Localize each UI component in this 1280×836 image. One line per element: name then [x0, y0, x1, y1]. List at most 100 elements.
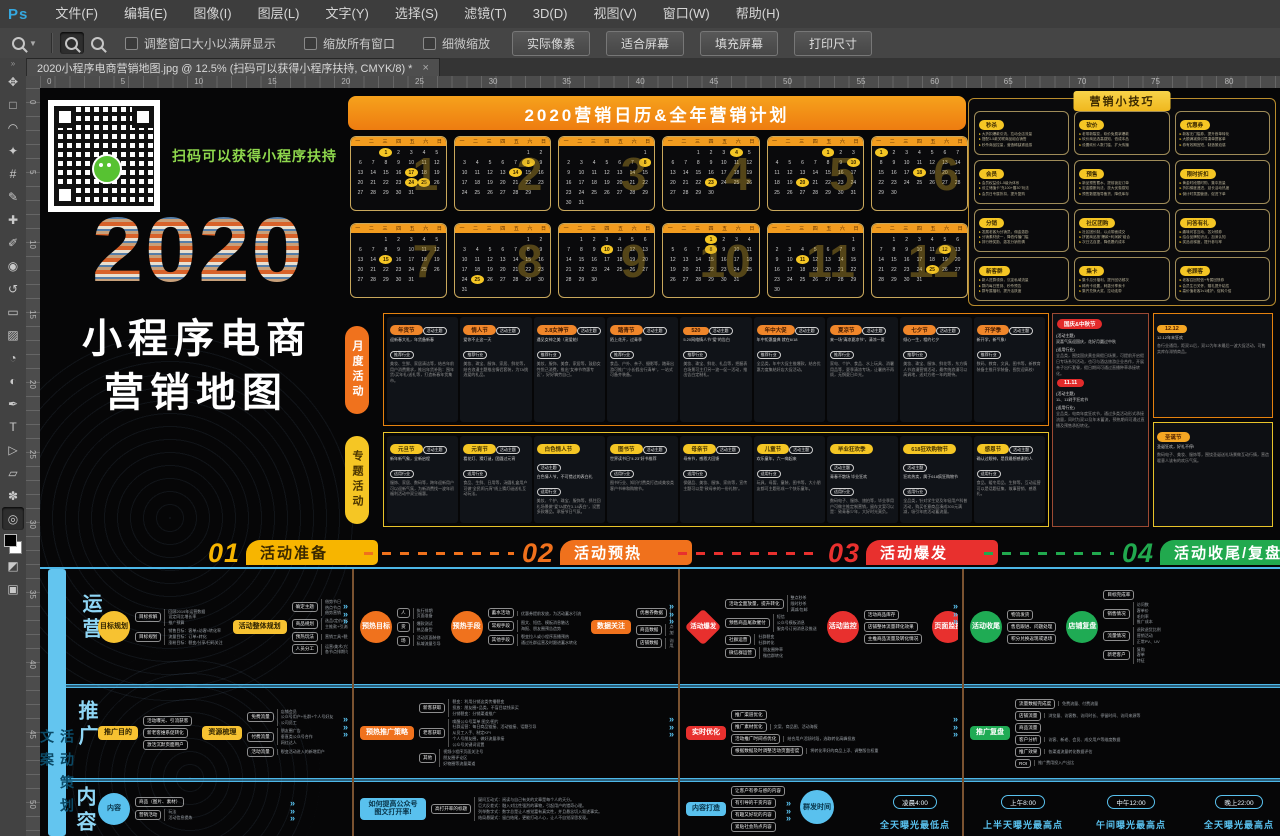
day: 22 — [888, 265, 901, 274]
tip-bullet: 奖品设梯度，提升参与率 — [1180, 240, 1265, 245]
flow-node: 实时优化 — [686, 726, 726, 740]
options-button-2[interactable]: 填充屏幕 — [700, 31, 778, 56]
day: 22 — [575, 265, 588, 274]
options-button-3[interactable]: 打印尺寸 — [794, 31, 872, 56]
flow-sub-item: 涨粉目标：裂变/分享/扫码关注 — [168, 640, 222, 646]
history-brush-tool[interactable]: ↺ — [2, 277, 24, 300]
menu-item-t[interactable]: 滤镜(T) — [451, 6, 520, 21]
crop-tool[interactable]: # — [2, 162, 24, 185]
day: 14 — [809, 168, 822, 177]
zoom-tool-preset[interactable]: ▼ — [0, 37, 45, 50]
flow-group: 推广目的活动曝光、引流获客新老客维系促转化激活沉默页面用户 — [98, 716, 192, 750]
flow-branch: 蓄水活动优惠券提前发放，为活动蓄水引流 — [488, 608, 581, 618]
day: 29 — [888, 275, 901, 284]
hand-tool[interactable]: ✽ — [2, 484, 24, 507]
clone-stamp-tool-icon: ◉ — [8, 259, 18, 273]
options-button-0[interactable]: 实际像素 — [512, 31, 590, 56]
menu-item-v[interactable]: 视图(V) — [580, 6, 649, 21]
timeline-time: 凌晨4:00 — [893, 795, 937, 809]
day: 10 — [900, 158, 913, 167]
close-icon[interactable]: × — [422, 62, 428, 74]
industry-text: 美妆、生鲜、家居清洁等，结合年前用户消费需求，推出年货补贴：囤年货/买年礼/送礼… — [390, 361, 455, 384]
weekday: 二 — [577, 138, 582, 145]
weekday: 六 — [944, 225, 949, 232]
activity-title: 开学季 — [977, 325, 1010, 335]
menu-item-e[interactable]: 编辑(E) — [111, 6, 180, 21]
document-tab[interactable]: 2020小程序电商营销地图.jpg @ 12.5% (扫码可以获得小程序扶持, … — [26, 58, 440, 77]
menu-item-s[interactable]: 选择(S) — [382, 6, 451, 21]
foreground-color-swatch[interactable] — [4, 534, 17, 547]
industry-text: 全品类，围绕国庆黄金周假日场景，可提前开启假日专场系列活动，也可与酒店旅游企业合… — [1056, 353, 1145, 377]
ruler-mark: 40 — [28, 660, 37, 669]
flow-branch-subs: 社群裂变社群转化 — [754, 634, 774, 646]
pen-tool[interactable]: ✒ — [2, 392, 24, 415]
day: 25 — [913, 178, 926, 187]
document-canvas[interactable]: 扫码可以获得小程序扶持 2020 小程序电商 营销地图 2020营销日历&全年营… — [40, 88, 1280, 836]
day: 28 — [875, 275, 888, 284]
menu-item-f[interactable]: 文件(F) — [42, 6, 111, 21]
options-button-1[interactable]: 适合屏幕 — [606, 31, 684, 56]
menu-item-i[interactable]: 图像(I) — [180, 6, 244, 21]
menu-item-y[interactable]: 文字(Y) — [312, 6, 381, 21]
color-swatches[interactable] — [4, 534, 22, 554]
industry-tag: 推荐行业 — [537, 351, 561, 359]
zoom-out-button[interactable] — [86, 32, 110, 54]
lasso-tool-icon: ◠ — [8, 121, 18, 135]
weekday: 四 — [500, 138, 505, 145]
ruler-mark: 20 — [28, 380, 37, 389]
theme-tag: 活动主题 — [1009, 327, 1033, 335]
flow-branch: 社群运营社群裂变社群转化 — [725, 634, 817, 646]
day: 27 — [796, 188, 809, 197]
brush-tool[interactable]: ✐ — [2, 231, 24, 254]
move-tool[interactable]: ✥ — [2, 70, 24, 93]
gradient-tool[interactable]: ▨ — [2, 323, 24, 346]
day: 16 — [771, 265, 784, 274]
day: 29 — [575, 275, 588, 284]
weekday: 日 — [437, 225, 442, 232]
blur-tool[interactable]: ◔ — [2, 346, 24, 369]
path-select-tool[interactable]: ▷ — [2, 438, 24, 461]
zoom-tool[interactable]: ◎ — [2, 507, 24, 530]
activity-column-6: 夏凉节活动主题来一场"清凉夏凉节"，清凉一夏推荐行业家电、个护、食品、水上玩具、… — [827, 317, 898, 422]
dodge-tool[interactable]: ◐ — [2, 369, 24, 392]
menu-item-dd[interactable]: 3D(D) — [520, 6, 581, 21]
quick-mask-button[interactable]: ◩ — [2, 554, 24, 577]
theme-text: 圣诞狂欢，好礼不停! — [1157, 444, 1269, 450]
eraser-tool[interactable]: ▭ — [2, 300, 24, 323]
shape-tool[interactable]: ▱ — [2, 461, 24, 484]
day: 30 — [771, 285, 784, 294]
day: 10 — [458, 168, 471, 177]
lasso-tool[interactable]: ◠ — [2, 116, 24, 139]
month-number: 5 — [829, 151, 855, 197]
quick-select-tool[interactable]: ✦ — [2, 139, 24, 162]
marquee-tool[interactable]: □ — [2, 93, 24, 116]
day-blank — [458, 148, 471, 157]
pen-tool-icon: ✒ — [8, 397, 18, 411]
screen-mode-button[interactable]: ▣ — [2, 577, 24, 600]
day: 14 — [875, 255, 888, 264]
zoom-in-button[interactable] — [60, 32, 84, 54]
type-tool[interactable]: T — [2, 415, 24, 438]
clone-stamp-tool[interactable]: ◉ — [2, 254, 24, 277]
menu-item-h[interactable]: 帮助(H) — [723, 6, 793, 21]
industry-tag: 适用行业 — [757, 470, 781, 478]
ruler-vertical[interactable]: 05101520253035404550 — [26, 88, 41, 836]
eyedropper-tool[interactable]: ✎ — [2, 185, 24, 208]
option-checkbox-2[interactable]: 细微缩放 — [423, 35, 490, 52]
day-blank — [875, 235, 888, 244]
activity-title: 年中大促 — [757, 325, 795, 335]
collapse-panel-icon[interactable]: » — [11, 58, 15, 70]
healing-tool[interactable]: ✚ — [2, 208, 24, 231]
flow-branch: ROI推广费用投入产出比 — [1015, 759, 1140, 768]
menu-item-w[interactable]: 窗口(W) — [650, 6, 723, 21]
flow-branch-label: 活动曝光、引流获客 — [143, 716, 192, 726]
menu-item-l[interactable]: 图层(L) — [245, 6, 313, 21]
industry-text: 食品、暖冬用品、生鲜等，互动运营可以是话题征集、故事营销、感恩礼。 — [977, 480, 1042, 497]
flow-branch-subs: 视频小程序页面关注号朋友圈评论区好物圈等流量渠道 — [439, 749, 483, 766]
monthly-activities-table: 年货节活动主题迎新春大礼，年货备新春推荐行业美妆、生鲜、家居清洁等，结合年前用户… — [383, 313, 1049, 426]
checkbox-icon — [125, 37, 138, 50]
industry-text: 食品、户外、亲子、摄影等，踏青出游可推广"小长假出行清单"，一站式可备齐装备。 — [610, 361, 675, 378]
option-checkbox-0[interactable]: 调整窗口大小以满屏显示 — [125, 35, 276, 52]
day: 19 — [601, 178, 614, 187]
option-checkbox-1[interactable]: 缩放所有窗口 — [304, 35, 395, 52]
